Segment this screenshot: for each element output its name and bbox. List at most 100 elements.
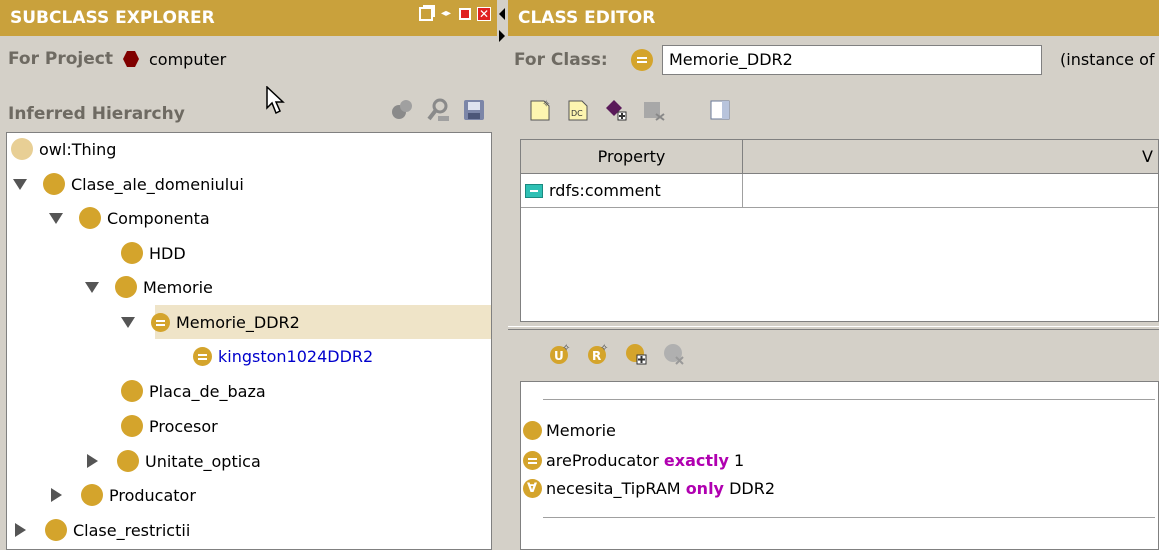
subclass-explorer-title: SUBCLASS EXPLORER bbox=[10, 8, 215, 28]
create-restriction-icon[interactable]: R✧ bbox=[586, 342, 610, 366]
class-icon bbox=[43, 173, 65, 195]
tree-node-clase-ale-domeniului[interactable]: Clase_ale_domeniului bbox=[13, 171, 244, 197]
for-class-label: For Class: bbox=[514, 50, 608, 70]
tree-node-label: Memorie_DDR2 bbox=[176, 312, 300, 332]
restore-icon[interactable] bbox=[419, 7, 433, 21]
project-label: For Project bbox=[8, 49, 113, 69]
conditions-separator bbox=[543, 517, 1155, 518]
conditions-separator bbox=[543, 399, 1155, 400]
condition-value: DDR2 bbox=[729, 478, 776, 498]
property-column-header[interactable]: Property bbox=[521, 140, 743, 174]
tree-node-label: Producator bbox=[109, 485, 196, 505]
table-row[interactable]: rdfs:comment bbox=[521, 174, 743, 208]
class-icon bbox=[45, 519, 67, 541]
tree-node-label: HDD bbox=[149, 243, 186, 263]
tree-node-unitate-optica[interactable]: Unitate_optica bbox=[87, 448, 261, 474]
defined-class-icon bbox=[631, 49, 653, 71]
defined-class-icon bbox=[151, 312, 170, 332]
annotation-property-icon bbox=[525, 183, 543, 198]
tree-node-memorie[interactable]: Memorie bbox=[85, 274, 213, 300]
instance-of-label: (instance of bbox=[1060, 50, 1155, 69]
save-icon[interactable] bbox=[462, 98, 486, 122]
tree-node-label: Unitate_optica bbox=[145, 451, 261, 471]
tree-node-label: Clase_ale_domeniului bbox=[71, 174, 244, 194]
expanded-triangle-icon[interactable] bbox=[85, 281, 99, 293]
condition-text: Memorie bbox=[546, 420, 616, 440]
tree-node-label: Componenta bbox=[107, 208, 210, 228]
svg-text:✧: ✧ bbox=[562, 343, 570, 354]
close-icon[interactable]: ✕ bbox=[477, 7, 491, 21]
tree-node-owl-thing[interactable]: owl:Thing bbox=[11, 136, 116, 162]
collapsed-triangle-icon[interactable] bbox=[51, 488, 62, 502]
search-class-icon[interactable] bbox=[426, 98, 450, 122]
add-property-icon[interactable] bbox=[604, 98, 628, 122]
value-cell[interactable] bbox=[743, 174, 1158, 208]
expanded-triangle-icon[interactable] bbox=[13, 178, 27, 190]
subclass-explorer-panel: SUBCLASS EXPLORER ◂▸ ✕ For Project compu… bbox=[0, 0, 497, 550]
conditions-list: Memorie areProducator exactly 1 necesita… bbox=[520, 381, 1159, 550]
add-named-class-icon[interactable] bbox=[624, 342, 648, 366]
remove-condition-icon[interactable] bbox=[662, 342, 686, 366]
tree-node-clase-restrictii[interactable]: Clase_restrictii bbox=[15, 517, 190, 543]
condition-keyword: exactly bbox=[663, 450, 729, 470]
conditions-toolbar: U ✧ R ✧ bbox=[548, 342, 686, 366]
defined-class-icon bbox=[193, 346, 212, 366]
condition-memorie[interactable]: Memorie bbox=[523, 417, 616, 443]
tree-node-placa-de-baza[interactable]: Placa_de_baza bbox=[121, 378, 266, 404]
thing-class-icon bbox=[11, 138, 33, 160]
tree-node-hdd[interactable]: HDD bbox=[121, 240, 186, 266]
collapsed-triangle-icon[interactable] bbox=[15, 523, 26, 537]
splitter-right-arrow-icon[interactable] bbox=[499, 30, 505, 42]
tree-node-label: Placa_de_baza bbox=[149, 381, 266, 401]
splitter-left-arrow-icon[interactable] bbox=[499, 8, 505, 20]
class-tree: owl:Thing Clase_ale_domeniului Component… bbox=[6, 132, 492, 550]
class-icon bbox=[121, 415, 143, 437]
create-annotation-icon[interactable]: ✧ bbox=[528, 98, 552, 122]
expanded-triangle-icon[interactable] bbox=[121, 316, 135, 328]
section-divider bbox=[508, 326, 1159, 330]
project-hexagon-icon bbox=[123, 51, 139, 67]
tree-node-memorie-ddr2[interactable]: Memorie_DDR2 bbox=[121, 309, 300, 335]
condition-necesita-tipram[interactable]: necesita_TipRAM only DDR2 bbox=[523, 475, 775, 501]
svg-text:DC: DC bbox=[571, 109, 583, 118]
create-document-annotation-icon[interactable]: DC bbox=[566, 98, 590, 122]
property-cell: rdfs:comment bbox=[549, 180, 661, 200]
tree-node-componenta[interactable]: Componenta bbox=[49, 205, 210, 231]
condition-property: areProducator bbox=[546, 450, 659, 470]
condition-property: necesita_TipRAM bbox=[546, 478, 681, 498]
value-column-header[interactable]: V bbox=[743, 140, 1158, 174]
tree-node-label: Clase_restrictii bbox=[73, 520, 191, 540]
svg-text:✧: ✧ bbox=[542, 99, 550, 110]
class-icon bbox=[523, 420, 542, 440]
for-class-row: For Class: Memorie_DDR2 (instance of bbox=[514, 45, 1159, 75]
panel-splitter[interactable] bbox=[497, 0, 508, 550]
tree-node-label: owl:Thing bbox=[39, 139, 117, 159]
collapse-arrows-icon[interactable]: ◂▸ bbox=[439, 7, 453, 21]
class-editor-titlebar: CLASS EDITOR bbox=[508, 0, 1159, 36]
class-icon bbox=[117, 450, 139, 472]
create-necessary-condition-icon[interactable]: U✧ bbox=[548, 342, 572, 366]
project-name: computer bbox=[149, 49, 227, 69]
hierarchy-header: Inferred Hierarchy bbox=[8, 98, 488, 130]
create-class-icon[interactable] bbox=[390, 98, 414, 122]
all-values-restriction-icon bbox=[523, 478, 542, 498]
delete-annotation-icon[interactable] bbox=[642, 98, 666, 122]
configure-columns-icon[interactable] bbox=[708, 98, 732, 122]
tree-node-procesor[interactable]: Procesor bbox=[121, 413, 218, 439]
tree-node-producator[interactable]: Producator bbox=[51, 482, 196, 508]
hierarchy-label: Inferred Hierarchy bbox=[8, 104, 185, 124]
annotation-toolbar: ✧ DC bbox=[528, 98, 732, 122]
tree-node-label: Procesor bbox=[149, 416, 218, 436]
class-name-field[interactable]: Memorie_DDR2 bbox=[662, 45, 1042, 75]
collapsed-triangle-icon[interactable] bbox=[87, 454, 98, 468]
class-editor-title: CLASS EDITOR bbox=[518, 8, 656, 28]
project-row: For Project computer bbox=[8, 45, 226, 73]
tree-node-kingston1024ddr2[interactable]: kingston1024DDR2 bbox=[193, 343, 373, 369]
condition-areproducator[interactable]: areProducator exactly 1 bbox=[523, 447, 744, 473]
condition-value: 1 bbox=[734, 450, 745, 470]
maximize-icon[interactable] bbox=[459, 8, 471, 20]
class-icon bbox=[115, 276, 137, 298]
expanded-triangle-icon[interactable] bbox=[49, 212, 63, 224]
class-icon bbox=[121, 242, 143, 264]
class-editor-panel: CLASS EDITOR For Class: Memorie_DDR2 (in… bbox=[508, 0, 1159, 550]
